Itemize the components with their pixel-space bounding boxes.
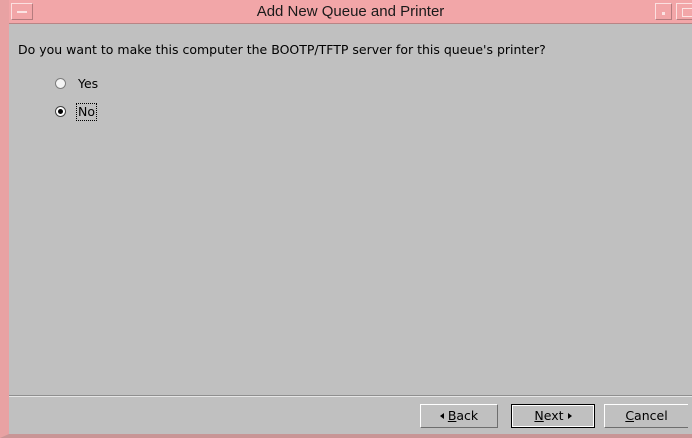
minimize-button[interactable] [655,3,672,20]
radio-label-yes: Yes [78,76,99,91]
radio-label-no: No [76,103,97,121]
next-button-mnemonic: N [534,408,544,423]
cancel-button-mnemonic: C [625,408,635,423]
minimize-icon [662,12,665,15]
question-label: Do you want to make this computer the BO… [18,42,546,57]
arrow-right-icon [567,413,572,419]
next-button[interactable]: Next [511,404,595,428]
window-title: Add New Queue and Printer [256,3,445,20]
radio-selected-dot [58,109,63,114]
cancel-button[interactable]: Cancel [604,404,688,428]
maximize-icon [682,8,692,17]
cancel-button-label: ancel [634,408,668,423]
radio-button-no[interactable] [55,106,66,117]
maximize-button[interactable] [676,3,692,20]
dialog-window: Add New Queue and Printer [0,0,692,438]
back-button[interactable]: Back [420,404,498,428]
title-bar[interactable]: Add New Queue and Printer [9,0,692,24]
back-button-label: ack [456,408,479,423]
next-button-label: ext [543,408,564,423]
arrow-left-icon [439,413,444,419]
button-bar-divider [9,395,692,397]
radio-button-yes[interactable] [55,78,66,89]
